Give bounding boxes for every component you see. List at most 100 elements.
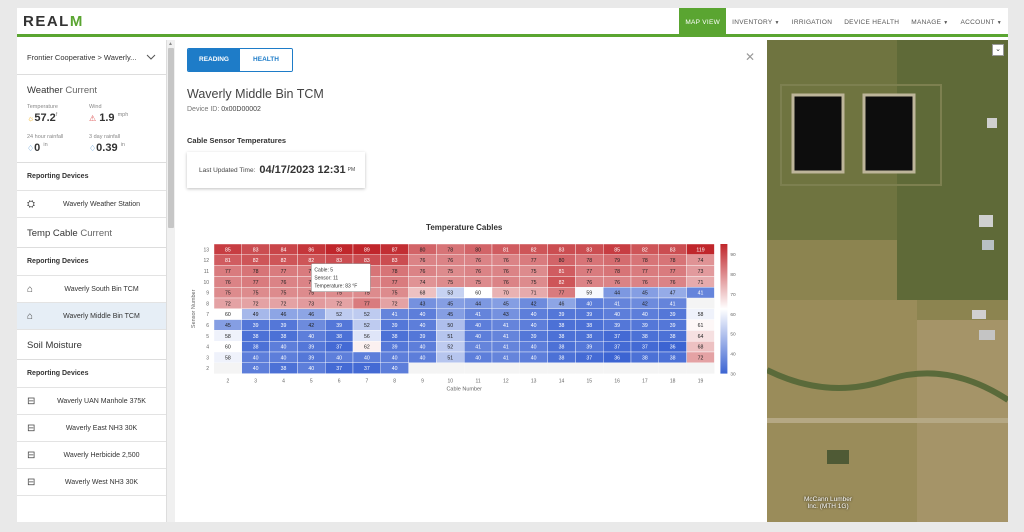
device-item[interactable]: ⊟ Waverly East NH3 30K [17, 415, 166, 442]
cell-value: 37 [614, 345, 620, 351]
cell-value: 37 [336, 366, 342, 372]
rain-3d-stat: 3 day rainfall ♢0.39 in [89, 134, 125, 154]
cell-value: 52 [336, 312, 342, 318]
cell-value: 51 [447, 334, 453, 340]
device-item[interactable]: ⊟ Waverly UAN Manhole 375K [17, 388, 166, 415]
scrollbar-thumb[interactable] [168, 48, 174, 228]
cell-value: 80 [420, 247, 426, 253]
device-label: Waverly Herbicide 2,500 [63, 451, 140, 459]
cell-value: 75 [281, 291, 287, 297]
cell-value: 40 [531, 312, 537, 318]
cell-value: 60 [225, 345, 231, 351]
heatmap-cell-empty [686, 298, 715, 309]
cell-value: 41 [670, 301, 676, 307]
cell-value: 74 [420, 280, 426, 286]
nav-irrigation[interactable]: IRRIGATION [786, 8, 838, 37]
close-icon[interactable]: ✕ [745, 50, 755, 64]
cell-value: 76 [420, 269, 426, 275]
colorbar-tick-label: 80 [730, 272, 736, 278]
cell-value: 52 [364, 312, 370, 318]
cell-value: 64 [698, 334, 704, 340]
x-axis-label: Cable Number [446, 387, 482, 393]
cell-value: 51 [447, 355, 453, 361]
cell-value: 40 [420, 355, 426, 361]
nav-map-view[interactable]: MAP VIEW [679, 8, 727, 37]
cell-value: 80 [559, 258, 565, 264]
cell-value: 38 [253, 345, 259, 351]
cell-value: 78 [253, 269, 259, 275]
cell-value: 83 [670, 247, 676, 253]
breadcrumb-selector[interactable]: Frontier Cooperative > Waverly... [17, 40, 166, 75]
nav-account[interactable]: ACCOUNT ▼ [955, 8, 1009, 37]
cell-value: 53 [447, 291, 453, 297]
device-item[interactable]: ⌂ Waverly Middle Bin TCM [17, 303, 166, 330]
device-item[interactable]: ⛭ Waverly Weather Station [17, 191, 166, 218]
cell-value: 77 [281, 269, 287, 275]
map-expand-button[interactable]: ⌄ [992, 44, 1004, 56]
wind-stat: Wind ⚠ 1.9 mph [89, 104, 129, 124]
cell-value: 37 [336, 345, 342, 351]
nav-device-health[interactable]: DEVICE HEALTH [838, 8, 905, 37]
cell-value: 59 [586, 291, 592, 297]
cell-value: 45 [642, 291, 648, 297]
caret-down-icon: ▼ [943, 20, 949, 26]
caret-down-icon: ▼ [996, 20, 1002, 26]
colorbar-tick-label: 60 [730, 312, 736, 318]
wind-icon: ⚠ [89, 114, 97, 123]
device-item[interactable]: ⊟ Waverly West NH3 30K [17, 469, 166, 496]
rain-24h-stat: 24 hour rainfall ♢0 in [27, 134, 64, 154]
cell-value: 78 [392, 269, 398, 275]
heatmap-cell-empty [658, 362, 687, 374]
cell-value: 38 [559, 345, 565, 351]
heatmap-cell-empty [631, 362, 659, 374]
cell-value: 38 [559, 334, 565, 340]
cell-value: 41 [503, 345, 509, 351]
cell-value: 38 [642, 355, 648, 361]
chevron-down-icon [146, 53, 156, 62]
cell-value: 40 [253, 366, 259, 372]
device-title: Waverly Middle Bin TCM [187, 87, 324, 101]
cell-value: 60 [475, 291, 481, 297]
x-tick-label: 15 [587, 379, 593, 385]
device-item[interactable]: ⌂ Waverly South Bin TCM [17, 276, 166, 303]
cell-value: 75 [447, 280, 453, 286]
logo[interactable]: REALM [23, 13, 84, 30]
device-item[interactable]: ⊟ Waverly Herbicide 2,500 [17, 442, 166, 469]
cell-value: 37 [642, 345, 648, 351]
sidebar-scrollbar[interactable]: ▲ [167, 40, 175, 522]
tab-health[interactable]: HEALTH [240, 49, 292, 71]
cell-value: 42 [308, 323, 314, 329]
cell-value: 39 [586, 312, 592, 318]
nav-manage[interactable]: MANAGE ▼ [905, 8, 954, 37]
cell-value: 76 [642, 280, 648, 286]
app-window: REALM MAP VIEW INVENTORY ▼ IRRIGATION DEVICE… [17, 8, 1008, 522]
device-detail-panel: READING HEALTH ✕ Waverly Middle Bin TCM D… [175, 40, 767, 522]
cell-value: 76 [586, 280, 592, 286]
cell-value: 75 [253, 291, 259, 297]
chart-title: Temperature Cables [426, 223, 503, 232]
cell-value: 45 [225, 323, 231, 329]
cell-value: 40 [281, 345, 287, 351]
temperature-heatmap[interactable]: Temperature Cables85 83 84 86 88 89 87 80 78 80 81… [187, 220, 757, 420]
cell-value: 76 [475, 258, 481, 264]
cell-value: 39 [642, 323, 648, 329]
reporting-devices-header: Reporting Devices [17, 360, 166, 388]
cell-value: 40 [475, 334, 481, 340]
cell-value: 86 [308, 247, 314, 253]
heatmap-cell-empty [408, 362, 437, 374]
cell-value: 44 [614, 291, 620, 297]
cell-value: 39 [670, 312, 676, 318]
cell-value: 81 [225, 258, 231, 264]
tab-reading[interactable]: READING [188, 49, 240, 71]
cell-value: 77 [392, 280, 398, 286]
nav-inventory[interactable]: INVENTORY ▼ [726, 8, 786, 37]
cell-value: 58 [698, 312, 704, 318]
cell-value: 82 [642, 247, 648, 253]
cell-value: 49 [253, 312, 259, 318]
cell-value: 68 [420, 291, 426, 297]
cell-value: 40 [420, 345, 426, 351]
last-updated-card: Last Updated Time: 04/17/2023 12:31 PM [187, 152, 365, 188]
weather-title: Weather Current [27, 85, 98, 96]
cell-value: 40 [420, 312, 426, 318]
satellite-map[interactable]: ⌄ McCann Lumber Inc. (MTH 1G) [767, 40, 1008, 522]
